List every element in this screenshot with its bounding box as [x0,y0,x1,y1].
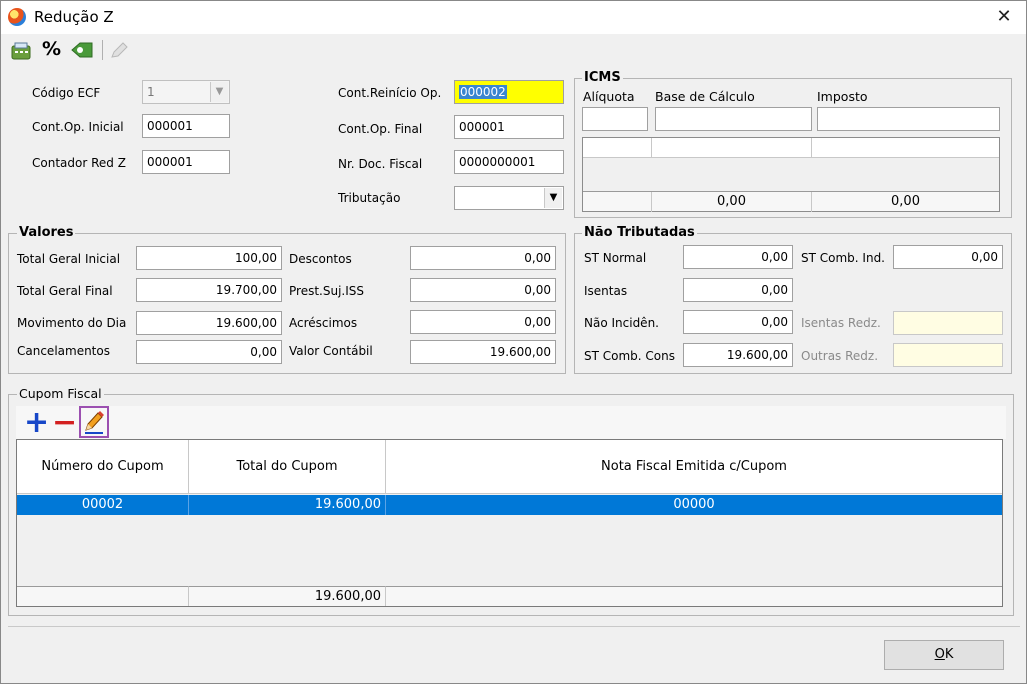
valor-contabil-label: Valor Contábil [289,344,373,358]
cont-op-inicial-field[interactable]: 000001 [142,114,230,138]
cancelamentos-field[interactable]: 0,00 [136,340,282,364]
icms-total-base: 0,00 [717,194,746,209]
isentas-field[interactable]: 0,00 [683,278,793,302]
footer-cell-blank [386,586,1002,606]
cell-total: 19.600,00 [189,495,386,515]
icms-base-input[interactable] [655,107,812,131]
cont-reinicio-value: 000002 [459,85,507,99]
close-button[interactable]: ✕ [988,4,1020,30]
acrescimos-label: Acréscimos [289,316,358,330]
pencil-icon [85,411,104,434]
valor-contabil-field[interactable]: 19.600,00 [410,340,556,364]
tributacao-label: Tributação [338,191,401,205]
remove-icon[interactable]: − [52,405,77,441]
nao-tributadas-title: Não Tributadas [582,225,697,240]
window-title: Redução Z [34,8,114,26]
cancelamentos-label: Cancelamentos [17,344,110,358]
calculator-icon[interactable] [10,40,34,60]
isentas-redz-field[interactable] [893,311,1003,335]
cupom-grid[interactable]: Número do Cupom Total do Cupom Nota Fisc… [16,439,1003,607]
chevron-down-icon: ▼ [210,82,228,102]
total-geral-final-field[interactable]: 19.700,00 [136,278,282,302]
prest-iss-field[interactable]: 0,00 [410,278,556,302]
movimento-dia-field[interactable]: 19.600,00 [136,311,282,335]
st-comb-cons-field[interactable]: 19.600,00 [683,343,793,367]
isentas-label: Isentas [584,284,628,298]
nao-incid-label: Não Incidên. [584,316,659,330]
table-row[interactable]: 00002 19.600,00 00000 [17,495,1002,515]
ok-button-mnemonic: O [934,647,945,662]
percent-icon[interactable]: % [42,38,61,60]
nr-doc-fiscal-label: Nr. Doc. Fiscal [338,157,423,171]
tributacao-select[interactable]: ▼ [454,186,564,210]
tag-icon[interactable] [70,40,94,60]
nr-doc-fiscal-field[interactable]: 0000000001 [454,150,564,174]
descontos-field[interactable]: 0,00 [410,246,556,270]
icms-title: ICMS [582,70,623,85]
icms-imposto-input[interactable] [817,107,1000,131]
cupom-toolbar [16,406,1006,439]
codigo-ecf-value: 1 [147,85,155,99]
pencil-disabled-icon [111,42,128,58]
isentas-redz-label: Isentas Redz. [801,316,881,330]
add-icon[interactable]: + [24,405,49,441]
title-bar [0,0,1027,34]
app-icon [8,8,26,26]
cell-nota: 00000 [673,497,715,512]
grid-divider [651,138,652,158]
total-geral-inicial-label: Total Geral Inicial [17,252,121,266]
grid-divider [811,138,812,158]
icms-col-base: Base de Cálculo [655,89,755,104]
cupom-fiscal-title: Cupom Fiscal [17,386,104,401]
cell-numero: 00002 [17,495,189,515]
st-normal-label: ST Normal [584,251,647,265]
cont-op-inicial-label: Cont.Op. Inicial [32,120,124,134]
edit-button[interactable] [79,406,109,438]
toolbar-separator [102,40,103,60]
col-header-nota[interactable]: Nota Fiscal Emitida c/Cupom [386,440,1002,494]
outras-redz-field[interactable] [893,343,1003,367]
st-comb-ind-field[interactable]: 0,00 [893,245,1003,269]
col-header-numero[interactable]: Número do Cupom [17,440,189,494]
divider [8,626,1020,627]
icms-grid-row [583,138,999,158]
cont-reinicio-field[interactable]: 000002 [454,80,564,104]
ok-button-label: K [944,647,954,662]
descontos-label: Descontos [289,252,352,266]
icms-grid[interactable]: 0,00 0,00 [582,137,1000,212]
icms-grid-footer: 0,00 0,00 [583,191,999,212]
prest-iss-label: Prest.Suj.ISS [289,284,364,298]
icms-col-imposto: Imposto [817,89,868,104]
st-comb-cons-label: ST Comb. Cons [584,349,675,363]
icms-aliquota-input[interactable] [582,107,648,131]
movimento-dia-label: Movimento do Dia [17,316,127,330]
cont-op-final-label: Cont.Op. Final [338,122,423,136]
footer-total: 19.600,00 [189,586,386,606]
cont-reinicio-label: Cont.Reinício Op. [338,86,442,100]
contador-red-z-field[interactable]: 000001 [142,150,230,174]
icms-col-aliquota: Alíquota [583,89,635,104]
total-geral-final-label: Total Geral Final [17,284,113,298]
acrescimos-field[interactable]: 0,00 [410,310,556,334]
ok-button[interactable]: OK [884,640,1004,670]
outras-redz-label: Outras Redz. [801,349,879,363]
grid-empty-area [17,515,1002,586]
codigo-ecf-select[interactable]: 1 ▼ [142,80,230,104]
chevron-down-icon: ▼ [544,188,562,208]
valores-title: Valores [17,225,76,240]
icms-total-imposto: 0,00 [891,194,920,209]
col-header-total[interactable]: Total do Cupom [189,440,386,494]
st-comb-ind-label: ST Comb. Ind. [801,251,885,265]
codigo-ecf-label: Código ECF [32,86,101,100]
total-geral-inicial-field[interactable]: 100,00 [136,246,282,270]
cont-op-final-field[interactable]: 000001 [454,115,564,139]
contador-red-z-label: Contador Red Z [32,156,126,170]
footer-cell-blank [17,586,189,606]
nao-incid-field[interactable]: 0,00 [683,310,793,334]
st-normal-field[interactable]: 0,00 [683,245,793,269]
